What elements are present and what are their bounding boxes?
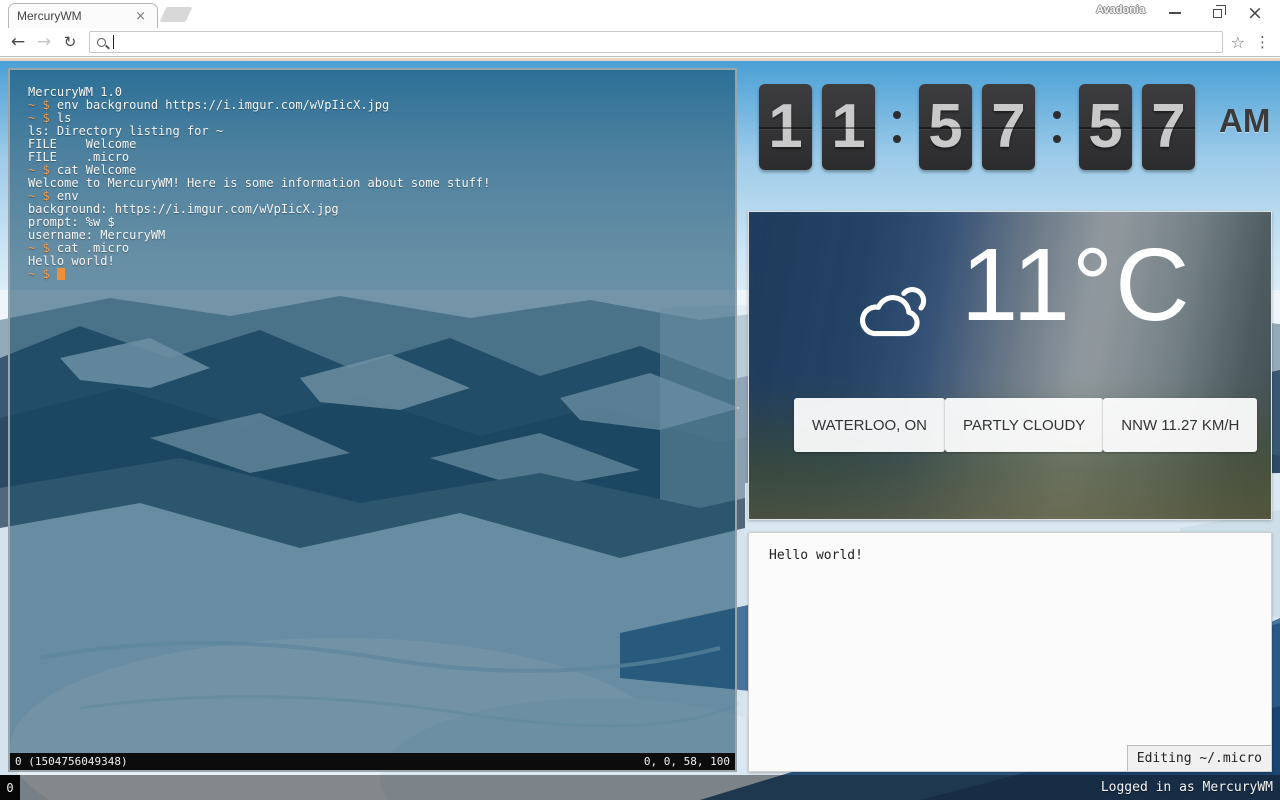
clock-digit-card: 5 bbox=[919, 84, 972, 170]
terminal-line: ~ $ cat .micro bbox=[28, 242, 717, 255]
terminal-line: Hello world! bbox=[28, 255, 717, 268]
workspace-indicator[interactable]: 0 bbox=[0, 775, 20, 800]
terminal-line: username: MercuryWM bbox=[28, 229, 717, 242]
bookmark-star-icon[interactable]: ☆ bbox=[1231, 33, 1245, 52]
editor-window: Hello world! Editing ~/.micro bbox=[748, 532, 1272, 772]
restore-button[interactable] bbox=[1200, 0, 1234, 26]
back-icon[interactable]: ← bbox=[5, 34, 31, 51]
terminal-line: Welcome to MercuryWM! Here is some infor… bbox=[28, 177, 717, 190]
terminal-line: ~ $ bbox=[28, 268, 717, 281]
desktop: MercuryWM 1.0~ $ env background https://… bbox=[0, 58, 1280, 800]
weather-location-button[interactable]: WATERLOO, ON bbox=[794, 398, 945, 452]
browser-tab[interactable]: MercuryWM × bbox=[8, 3, 158, 28]
minimize-button[interactable] bbox=[1158, 0, 1192, 26]
partly-cloudy-icon bbox=[854, 282, 936, 344]
weather-wind-button[interactable]: NNW 11.27 KM/H bbox=[1103, 398, 1257, 452]
reload-icon[interactable]: ↻ bbox=[57, 35, 83, 50]
text-cursor bbox=[113, 35, 114, 49]
terminal-statusbar: 0 (1504756049348) 0, 0, 58, 100 bbox=[10, 753, 735, 770]
clock-digit-card: 7 bbox=[1142, 84, 1195, 170]
terminal-cursor bbox=[57, 268, 65, 280]
weather-detail-row: WATERLOO, ON PARTLY CLOUDY NNW 11.27 KM/… bbox=[749, 398, 1271, 452]
weather-widget: 11°C WATERLOO, ON PARTLY CLOUDY NNW 11.2… bbox=[748, 211, 1272, 520]
temperature-value: 11°C bbox=[961, 220, 1192, 350]
tab-close-icon[interactable]: × bbox=[132, 9, 149, 24]
terminal-line: FILE Welcome bbox=[28, 138, 717, 151]
browser-toolbar: ← → ↻ ☆ ⋮ bbox=[0, 28, 1280, 57]
new-tab-button[interactable] bbox=[160, 7, 193, 22]
clock-digits: 115757 bbox=[759, 84, 1205, 170]
terminal-line: background: https://i.imgur.com/wVpIicX.… bbox=[28, 203, 717, 216]
terminal-output: MercuryWM 1.0~ $ env background https://… bbox=[10, 70, 735, 753]
login-status: Logged in as MercuryWM bbox=[1101, 780, 1280, 795]
watermark-text: Avadonia bbox=[1096, 4, 1145, 16]
restore-icon bbox=[1213, 9, 1222, 18]
close-button[interactable]: × bbox=[1238, 0, 1272, 26]
desktop-statusbar: 0 Logged in as MercuryWM bbox=[0, 775, 1280, 800]
editor-textarea[interactable]: Hello world! bbox=[749, 533, 1271, 771]
weather-condition-button[interactable]: PARTLY CLOUDY bbox=[945, 398, 1103, 452]
tab-title: MercuryWM bbox=[17, 9, 132, 23]
terminal-window[interactable]: MercuryWM 1.0~ $ env background https://… bbox=[8, 68, 737, 772]
flip-clock-widget: 115757 AM bbox=[759, 84, 1270, 170]
terminal-line: ~ $ env background https://i.imgur.com/w… bbox=[28, 99, 717, 112]
clock-colon bbox=[885, 84, 909, 170]
clock-meridiem: AM bbox=[1219, 102, 1270, 140]
clock-colon bbox=[1045, 84, 1069, 170]
editor-status-label: Editing ~/.micro bbox=[1127, 745, 1271, 771]
forward-icon[interactable]: → bbox=[31, 34, 57, 51]
terminal-status-left: 0 (1504756049348) bbox=[15, 755, 128, 768]
terminal-status-right: 0, 0, 58, 100 bbox=[644, 755, 730, 768]
clock-digit-card: 7 bbox=[982, 84, 1035, 170]
browser-menu-icon[interactable]: ⋮ bbox=[1255, 33, 1270, 51]
clock-digit-card: 1 bbox=[759, 84, 812, 170]
search-icon bbox=[97, 38, 106, 47]
minimize-icon bbox=[1169, 12, 1181, 14]
clock-digit-card: 5 bbox=[1079, 84, 1132, 170]
address-bar[interactable] bbox=[89, 31, 1223, 53]
clock-digit-card: 1 bbox=[822, 84, 875, 170]
browser-titlebar: MercuryWM × Avadonia × bbox=[0, 0, 1280, 28]
